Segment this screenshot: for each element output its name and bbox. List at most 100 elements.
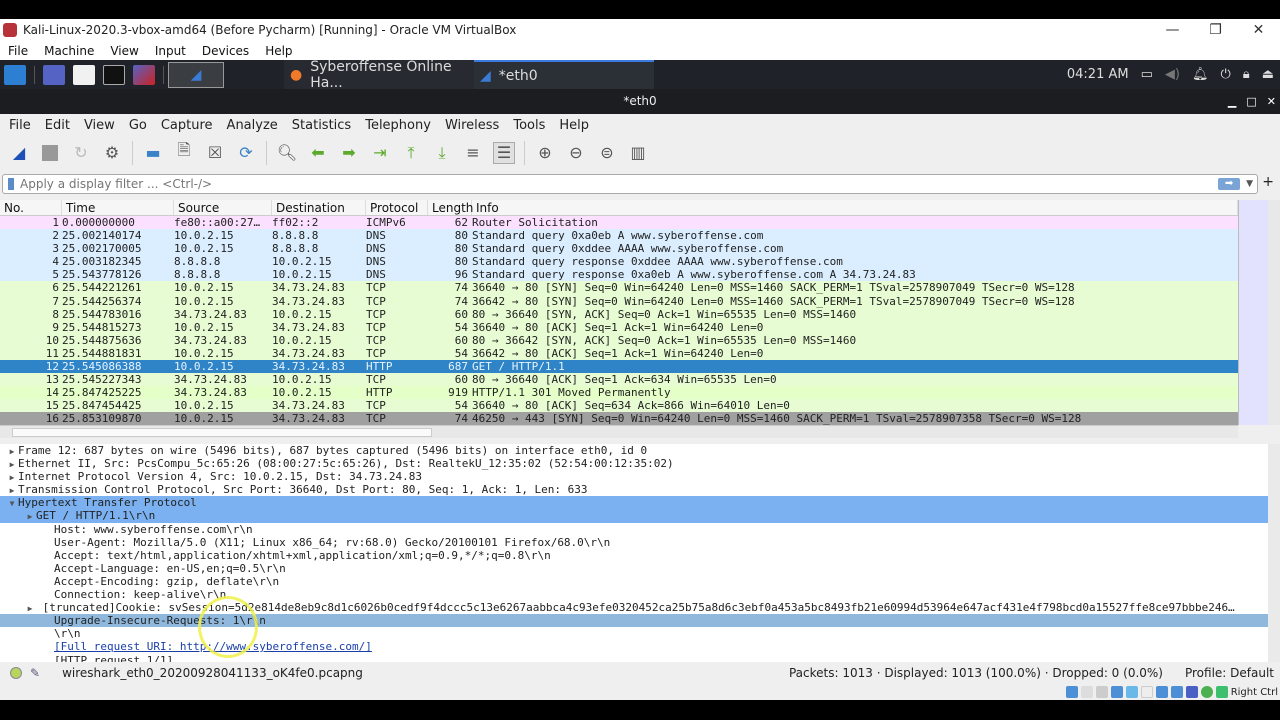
display-icon[interactable]: ▭	[1141, 67, 1153, 82]
go-forward-icon[interactable]: ➡	[338, 142, 360, 164]
packet-row[interactable]: 3 25.002170005 10.0.2.15 8.8.8.8 DNS 80 Standa…	[0, 242, 1238, 256]
go-back-icon[interactable]: ⬅	[307, 142, 329, 164]
shared-folders-icon[interactable]	[1140, 686, 1153, 698]
packet-row[interactable]: 7 25.544256374 10.0.2.15 34.73.24.83 TCP 74 36…	[0, 294, 1238, 308]
menu-statistics[interactable]: Statistics	[292, 118, 351, 133]
bookmark-icon[interactable]	[8, 178, 14, 190]
menu-help[interactable]: Help	[559, 118, 589, 133]
restore-button[interactable]: ❐	[1194, 19, 1237, 41]
vbox-menu-input[interactable]: Input	[155, 44, 186, 58]
menu-edit[interactable]: Edit	[45, 118, 70, 133]
column-header-protocol[interactable]: Protocol	[366, 200, 428, 215]
expand-arrow-right-icon[interactable]: ▶	[24, 602, 36, 615]
apply-filter-arrow-icon[interactable]: ➡	[1218, 178, 1241, 190]
network-icon[interactable]	[1110, 686, 1123, 698]
close-button[interactable]: ✕	[1237, 19, 1280, 41]
capture-options-icon[interactable]: ⚙	[101, 142, 123, 164]
logout-icon[interactable]: ⏏	[1262, 67, 1274, 82]
detail-tree-item[interactable]: [HTTP request 1/1]	[0, 654, 1268, 663]
auto-scroll-icon[interactable]: ≡	[462, 142, 484, 164]
open-folder-icon[interactable]: ▬	[142, 142, 164, 164]
reload-file-icon[interactable]: ⟳	[235, 142, 257, 164]
task-wireshark[interactable]: ◢ *eth0	[474, 60, 654, 89]
vbox-menu-view[interactable]: View	[110, 44, 138, 58]
column-header-time[interactable]: Time	[62, 200, 174, 215]
colorize-icon[interactable]: ☰	[493, 141, 515, 164]
detail-tree-item[interactable]: ▶ Transmission Control Protocol, Src Port…	[0, 483, 1268, 496]
menu-view[interactable]: View	[84, 118, 115, 133]
menu-capture[interactable]: Capture	[161, 118, 213, 133]
ws-maximize-button[interactable]: □	[1246, 89, 1256, 114]
detail-tree-item[interactable]: Connection: keep-alive\r\n	[0, 588, 1268, 601]
go-last-icon[interactable]: ⤓	[431, 142, 453, 164]
zoom-out-icon[interactable]: ⊖	[565, 142, 587, 164]
close-file-icon[interactable]: ☒	[204, 142, 226, 164]
packet-row[interactable]: 10 25.544875636 34.73.24.83 10.0.2.15 TCP 60 8…	[0, 333, 1238, 347]
audio-icon[interactable]	[1095, 686, 1108, 698]
detail-tree-item[interactable]: Accept-Encoding: gzip, deflate\r\n	[0, 575, 1268, 588]
packet-row[interactable]: 2 25.002140174 10.0.2.15 8.8.8.8 DNS 80 Standa…	[0, 229, 1238, 243]
shark-fin-start-icon[interactable]: ◢	[8, 142, 30, 164]
detail-tree-item[interactable]: ▶ [truncated]Cookie: svSession=5d2e814de…	[0, 601, 1268, 614]
detail-tree-item[interactable]: Accept: text/html,application/xhtml+xml,…	[0, 549, 1268, 562]
hard-disk-icon[interactable]	[1065, 686, 1078, 698]
vbox-menu-help[interactable]: Help	[265, 44, 292, 58]
menu-go[interactable]: Go	[129, 118, 147, 133]
packet-details-scrollbar[interactable]	[1268, 444, 1280, 662]
lock-icon[interactable]: 🔒︎	[1243, 67, 1250, 82]
detail-tree-item[interactable]: ▶ Frame 12: 687 bytes on wire (5496 bits)…	[0, 444, 1268, 457]
power-icon[interactable]: ⏻	[1220, 67, 1230, 82]
packet-row[interactable]: 9 25.544815273 10.0.2.15 34.73.24.83 TCP 54 36…	[0, 320, 1238, 334]
packet-row[interactable]: 5 25.543778126 8.8.8.8 10.0.2.15 DNS 96 Standa…	[0, 268, 1238, 282]
packet-minimap[interactable]	[1238, 200, 1268, 425]
file-manager-icon[interactable]	[73, 64, 95, 85]
detail-tree-item[interactable]: Accept-Language: en-US,en;q=0.5\r\n	[0, 562, 1268, 575]
expert-info-led-icon[interactable]	[10, 667, 22, 679]
zoom-in-icon[interactable]: ⊕	[534, 142, 556, 164]
vbox-menu-file[interactable]: File	[8, 44, 28, 58]
restart-capture-icon[interactable]: ↻	[70, 142, 92, 164]
menu-tools[interactable]: Tools	[513, 118, 545, 133]
vbox-menu-machine[interactable]: Machine	[44, 44, 94, 58]
zoom-normal-icon[interactable]: ⊜	[596, 142, 618, 164]
scrollbar-thumb[interactable]	[12, 428, 432, 437]
desktop-icon[interactable]	[43, 64, 65, 85]
mouse-integration-icon[interactable]	[1215, 686, 1228, 698]
find-packet-icon[interactable]: 🔍︎	[276, 142, 298, 164]
go-to-packet-icon[interactable]: ⇥	[369, 142, 391, 164]
detail-tree-item[interactable]: ▶ Internet Protocol Version 4, Src: 10.0.…	[0, 470, 1268, 483]
terminal-icon[interactable]	[103, 64, 125, 85]
detail-tree-item[interactable]: Host: www.syberoffense.com\r\n	[0, 523, 1268, 536]
packet-row[interactable]: 1 0.000000000 fe80::a00:27… ff02::2 ICMPv6 62…	[0, 216, 1238, 230]
optical-drive-icon[interactable]	[1080, 686, 1093, 698]
vbox-menu-devices[interactable]: Devices	[202, 44, 249, 58]
profile-label[interactable]: Profile: Default	[1185, 666, 1274, 680]
menu-telephony[interactable]: Telephony	[365, 118, 431, 133]
packet-row[interactable]: 4 25.003182345 8.8.8.8 10.0.2.15 DNS 80 Standa…	[0, 255, 1238, 269]
packet-list-scrollbar[interactable]	[1268, 200, 1280, 425]
menu-analyze[interactable]: Analyze	[227, 118, 278, 133]
expand-arrow-right-icon[interactable]: ▶	[6, 445, 18, 458]
detail-tree-item[interactable]: \r\n	[0, 627, 1268, 640]
ws-close-button[interactable]: ✕	[1267, 89, 1276, 114]
packet-row[interactable]: 16 25.853109870 10.0.2.15 34.73.24.83 TCP 74 4…	[0, 412, 1238, 425]
packet-row[interactable]: 15 25.847454425 10.0.2.15 34.73.24.83 TCP 54 3…	[0, 399, 1238, 413]
kali-menu-icon[interactable]	[4, 64, 26, 85]
detail-tree-item[interactable]: ▶ GET / HTTP/1.1\r\n	[0, 509, 1268, 523]
detail-tree-item[interactable]: Upgrade-Insecure-Requests: 1\r\n	[0, 614, 1268, 628]
go-first-icon[interactable]: ⤒	[400, 142, 422, 164]
expand-arrow-right-icon[interactable]: ▶	[6, 458, 18, 471]
detail-tree-item[interactable]: [Full request URI: http://www.syberoffen…	[0, 640, 1268, 653]
column-header-info[interactable]: Info	[472, 200, 1238, 215]
packet-list-hscrollbar[interactable]	[0, 425, 1238, 438]
packet-row[interactable]: 8 25.544783016 34.73.24.83 10.0.2.15 TCP 60 80…	[0, 307, 1238, 321]
expand-arrow-right-icon[interactable]: ▶	[6, 471, 18, 484]
resize-columns-icon[interactable]: ▥	[627, 142, 649, 164]
menu-wireless[interactable]: Wireless	[445, 118, 499, 133]
display-filter-input[interactable]	[20, 177, 1219, 191]
packet-row[interactable]: 6 25.544221261 10.0.2.15 34.73.24.83 TCP 74 36…	[0, 281, 1238, 295]
filter-dropdown-icon[interactable]: ▼	[1246, 179, 1253, 189]
volume-icon[interactable]: ◀)	[1165, 67, 1180, 82]
stop-capture-icon[interactable]	[39, 142, 61, 164]
ws-minimize-button[interactable]: ▁	[1228, 89, 1236, 114]
